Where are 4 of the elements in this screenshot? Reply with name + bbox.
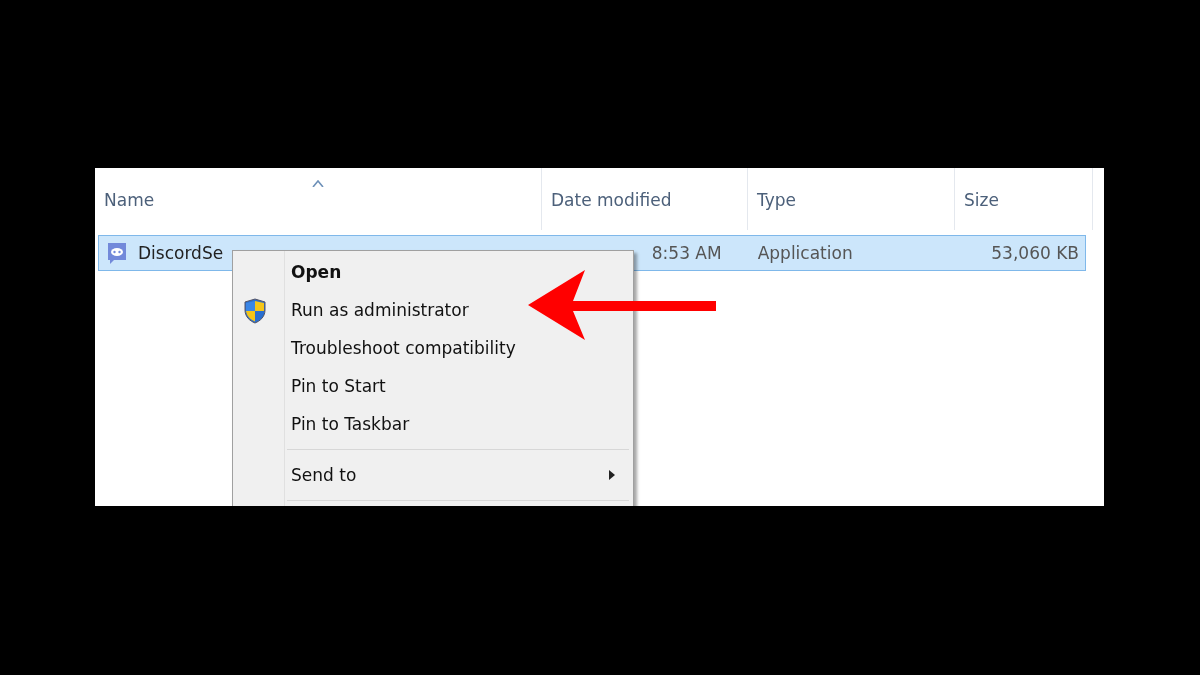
size-cell: 53,060 KB <box>991 243 1079 263</box>
date-cell: 8:53 AM <box>651 243 722 263</box>
file-name: DiscordSe <box>138 243 224 263</box>
type-cell: Application <box>757 243 853 263</box>
